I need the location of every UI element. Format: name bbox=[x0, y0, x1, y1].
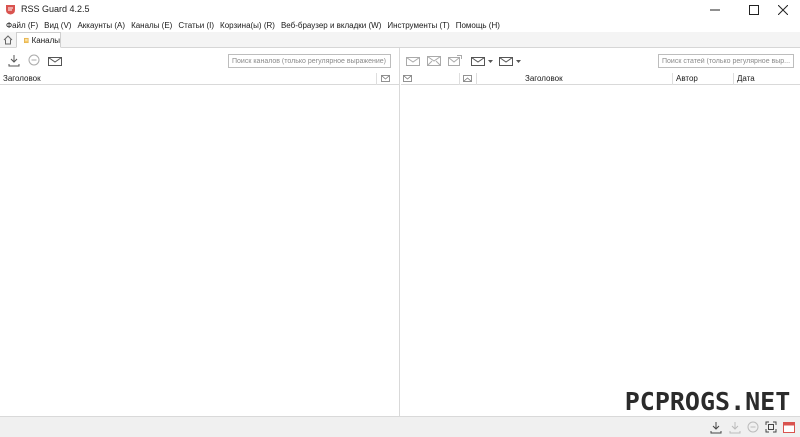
title-bar: RSS Guard 4.2.5 bbox=[0, 0, 800, 19]
fullscreen-icon bbox=[765, 421, 777, 433]
open-icon bbox=[448, 54, 462, 66]
articles-column-title[interactable]: Заголовок bbox=[525, 74, 563, 83]
articles-toolbar bbox=[401, 48, 800, 73]
rss-guard-logo-icon bbox=[6, 5, 15, 15]
feeds-search-input[interactable] bbox=[228, 54, 391, 68]
column-separator bbox=[733, 73, 734, 85]
home-icon bbox=[3, 35, 13, 45]
column-separator bbox=[672, 73, 673, 85]
close-icon bbox=[778, 4, 788, 15]
tab-feeds-label: Каналы bbox=[31, 35, 60, 45]
status-fullscreen-button[interactable] bbox=[764, 420, 778, 434]
update-feeds-button[interactable] bbox=[7, 53, 21, 67]
tab-bar: Каналы bbox=[0, 32, 800, 48]
articles-header-row: Заголовок Автор Дата bbox=[401, 73, 800, 85]
articles-search-input[interactable] bbox=[658, 54, 794, 68]
tab-feeds[interactable]: Каналы bbox=[16, 32, 61, 48]
mark-feeds-read-button[interactable] bbox=[47, 53, 63, 67]
menu-tools[interactable]: Инструменты (T) bbox=[384, 20, 452, 31]
menu-help[interactable]: Помощь (H) bbox=[453, 20, 503, 31]
mark-unread-icon bbox=[427, 55, 441, 66]
status-update-button[interactable] bbox=[709, 420, 723, 434]
unread-envelope-icon[interactable] bbox=[381, 75, 390, 82]
status-bar bbox=[0, 416, 800, 437]
status-calendar-button[interactable] bbox=[782, 420, 796, 434]
column-separator bbox=[376, 73, 377, 85]
mark-dropdown-button[interactable] bbox=[470, 53, 496, 67]
menu-articles[interactable]: Статьи (I) bbox=[175, 20, 217, 31]
stop-icon bbox=[28, 54, 40, 66]
open-article-button[interactable] bbox=[447, 53, 463, 67]
calendar-icon bbox=[783, 422, 795, 433]
mark-read-icon bbox=[406, 56, 420, 66]
menu-file[interactable]: Файл (F) bbox=[3, 20, 41, 31]
download-disabled-icon bbox=[729, 421, 741, 433]
menu-web-browser[interactable]: Веб-браузер и вкладки (W) bbox=[278, 20, 384, 31]
articles-pane: Заголовок Автор Дата bbox=[401, 48, 800, 416]
articles-column-author[interactable]: Автор bbox=[676, 74, 698, 83]
mark-dropdown-icon bbox=[471, 56, 493, 66]
menu-recycle-bin[interactable]: Корзина(ы) (R) bbox=[217, 20, 278, 31]
menu-feeds[interactable]: Каналы (E) bbox=[128, 20, 175, 31]
mark-article-unread-button[interactable] bbox=[426, 53, 442, 67]
menu-view[interactable]: Вид (V) bbox=[41, 20, 74, 31]
menu-accounts[interactable]: Аккаунты (A) bbox=[74, 20, 128, 31]
feeds-pane: Заголовок bbox=[0, 48, 400, 416]
minimize-button[interactable] bbox=[698, 0, 732, 19]
stop-disabled-icon bbox=[747, 421, 759, 433]
column-separator bbox=[476, 73, 477, 85]
feeds-header-row: Заголовок bbox=[0, 73, 399, 85]
status-update-selected-button[interactable] bbox=[728, 420, 742, 434]
stop-update-button[interactable] bbox=[27, 53, 41, 67]
feeds-column-title[interactable]: Заголовок bbox=[3, 74, 41, 83]
filter-dropdown-icon bbox=[499, 56, 521, 66]
minimize-icon bbox=[710, 9, 720, 10]
window-title: RSS Guard 4.2.5 bbox=[21, 4, 90, 14]
envelope-icon[interactable] bbox=[403, 75, 412, 82]
maximize-icon bbox=[749, 4, 759, 15]
download-icon bbox=[710, 421, 722, 433]
feeds-toolbar bbox=[0, 48, 399, 73]
envelope-open-icon[interactable] bbox=[463, 75, 472, 82]
mark-article-read-button[interactable] bbox=[405, 53, 421, 67]
feed-folder-icon bbox=[24, 37, 29, 43]
column-separator bbox=[459, 73, 460, 85]
home-tab-button[interactable] bbox=[1, 33, 15, 47]
download-icon bbox=[8, 54, 20, 66]
close-button[interactable] bbox=[766, 0, 800, 19]
watermark: PCPROGS.NET bbox=[625, 383, 790, 419]
articles-column-date[interactable]: Дата bbox=[737, 74, 755, 83]
watermark-text: PCPROGS.NET bbox=[624, 386, 791, 416]
status-stop-button[interactable] bbox=[746, 420, 760, 434]
menu-bar: Файл (F) Вид (V) Аккаунты (A) Каналы (E)… bbox=[0, 19, 800, 32]
filter-dropdown-button[interactable] bbox=[498, 53, 524, 67]
mark-read-icon bbox=[48, 56, 62, 66]
